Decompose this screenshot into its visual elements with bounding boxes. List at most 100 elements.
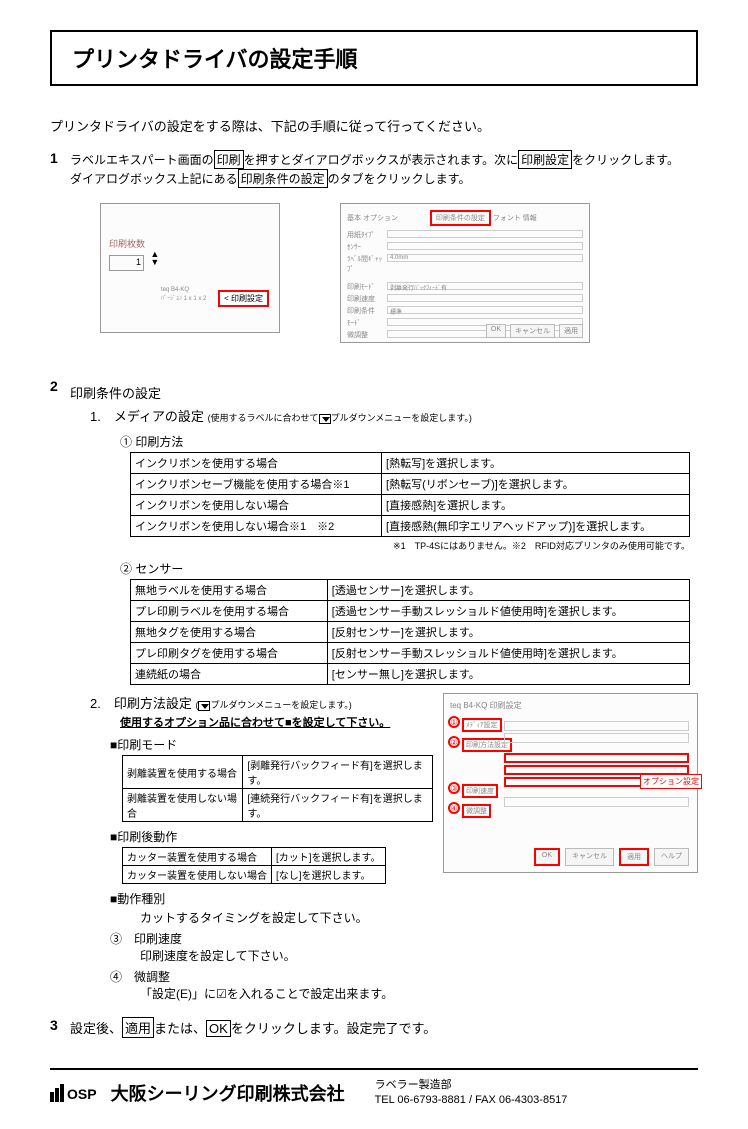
rb4: 微調整 [462,804,491,818]
ok-button[interactable]: OK [534,848,560,866]
t: をクリックします。設定完了です。 [231,1021,436,1036]
cell: [カット]を選択します。 [272,848,386,866]
cell: [センサー無し]を選択します。 [327,664,689,685]
post-head: ■印刷後動作 [110,828,433,845]
step-1-line2: ダイアログボックス上記にある印刷条件の設定のタブをクリックします。 [70,169,698,188]
action-text: カットするタイミングを設定して下さい。 [140,909,433,926]
dropdown-icon [198,701,210,711]
sub2-head: 2. 印刷方法設定 [90,696,192,711]
option-setting-label: オプション設定 [640,774,702,789]
mode-head: ■印刷モード [110,736,433,753]
ok-button[interactable]: OK [486,324,506,338]
cell: [透過センサー]を選択します。 [327,580,689,601]
print-settings-button[interactable]: < 印刷設定 [218,290,269,307]
step-1: 1 ラベルエキスパート画面の印刷を押すとダイアログボックスが表示されます。次に印… [50,150,698,363]
cell: [反射センサー]を選択します。 [327,622,689,643]
cancel-button[interactable]: キャンセル [565,848,614,866]
screenshot-print-cond-detail: teq B4-KQ 印刷設定 ① ② ③ ④ ﾒﾃﾞｨｱ設定 印刷方法設定 印刷… [443,693,698,873]
t: (使用するラベルに合わせて [208,413,319,423]
cell: [剥離発行バックフィード有]を選択します。 [243,756,433,789]
sub2-note: (プルダウンメニューを設定します。) [195,700,351,710]
step-3-num: 3 [50,1017,70,1038]
t: プルダウンメニューを設定します。) [331,413,472,423]
apply-button[interactable]: 適用 [559,324,583,338]
step-2-num: 2 [50,378,70,1002]
step-3: 3 設定後、適用または、OKをクリックします。設定完了です。 [50,1017,698,1038]
rb3: 印刷速度 [462,784,498,798]
t: のタブをクリックします。 [328,172,471,186]
c4-text: 「設定(E)」に☑を入れることで設定出来ます。 [140,985,433,1002]
help-button[interactable]: ヘルプ [654,848,689,866]
cell: インクリボンを使用しない場合 [131,495,382,516]
footer: OSP 大阪シーリング印刷株式会社 ラベラー製造部 TEL 06-6793-88… [50,1068,698,1109]
print-count-label: 印刷枚数 [109,237,271,250]
cell: インクリボンセーブ機能を使用する場合※1 [131,474,382,495]
c4: ④ 微調整 [110,968,433,985]
cell: 剥離装置を使用する場合 [123,756,243,789]
t: ダイアログボックス上記にある [70,172,238,186]
rb1: ﾒﾃﾞｨｱ設定 [462,718,502,732]
table-post: カッター装置を使用する場合[カット]を選択します。 カッター装置を使用しない場合… [122,847,386,884]
cell: インクリボンを使用する場合 [131,453,382,474]
t: または、 [154,1021,206,1036]
sub-media: 1. メディアの設定 (使用するラベルに合わせて プルダウンメニューを設定します。… [90,406,698,425]
screenshot-driver-props: 基本 オプション 印刷条件の設定 フォント 情報 用紙ﾀｲﾌﾟ ｾﾝｻｰ ﾗﾍﾞ… [340,203,590,343]
c2: ② センサー [120,560,698,577]
small-note: teq B4-KQﾊﾞｰｼﾞｮﾝ 1 x 1 x 2 [161,287,206,302]
c3-text: 印刷速度を設定して下さい。 [140,947,433,964]
company-name: 大阪シーリング印刷株式会社 [111,1080,345,1106]
boxed-printcond-tab: 印刷条件の設定 [238,169,328,188]
step2-head: 印刷条件の設定 [70,383,698,402]
footer-dept: ラベラー製造部 [375,1078,568,1093]
screenshot-print-dialog: 印刷枚数 1 ▲▼ teq B4-KQﾊﾞｰｼﾞｮﾝ 1 x 1 x 2 < 印… [100,203,280,333]
boxed-printsettings: 印刷設定 [518,150,572,169]
t: プルダウンメニューを設定します。) [210,700,351,710]
c3: ③ 印刷速度 [110,930,433,947]
marker-1: ① [448,716,460,728]
c1: ① 印刷方法 [120,433,698,450]
cell: カッター装置を使用しない場合 [123,866,272,884]
action-head: ■動作種別 [110,890,433,907]
marker-4: ④ [448,802,460,814]
cell: 無地タグを使用する場合 [131,622,328,643]
logo-text: OSP [67,1086,97,1102]
boxed-print: 印刷 [214,150,244,169]
sub1-head: 1. メディアの設定 [90,409,204,424]
cell: 無地ラベルを使用する場合 [131,580,328,601]
cancel-button[interactable]: キャンセル [510,324,555,338]
cell: 剥離装置を使用しない場合 [123,789,243,822]
cell: [連続発行バックフィード有]を選択します。 [243,789,433,822]
logo-icon: OSP [50,1084,97,1102]
step3-body: 設定後、適用または、OKをクリックします。設定完了です。 [70,1017,698,1038]
t: ラベルエキスパート画面の [70,153,214,167]
spinner-icon[interactable]: ▲▼ [150,250,159,266]
boxed-apply: 適用 [122,1017,154,1038]
footer-contact: TEL 06-6793-8881 / FAX 06-4303-8517 [375,1093,568,1108]
page-title: プリンタドライバの設定手順 [50,30,698,86]
cell: 連続紙の場合 [131,664,328,685]
sub1-note: (使用するラベルに合わせて プルダウンメニューを設定します。) [208,413,472,423]
boxed-ok: OK [206,1020,231,1037]
print-cond-tab[interactable]: 印刷条件の設定 [430,210,491,226]
t: を押すとダイアログボックスが表示されます。次に [244,153,518,167]
step-1-line1: ラベルエキスパート画面の印刷を押すとダイアログボックスが表示されます。次に印刷設… [70,150,698,169]
t1-note: ※1 TP-4Sにはありません。※2 RFID対応プリンタのみ使用可能です。 [130,539,690,552]
print-count-input[interactable]: 1 [109,255,144,271]
cell: プレ印刷タグを使用する場合 [131,643,328,664]
table-sensor: 無地ラベルを使用する場合[透過センサー]を選択します。 プレ印刷ラベルを使用する… [130,579,690,685]
t: をクリックします。 [572,153,679,167]
cell: インクリボンを使用しない場合※1 ※2 [131,516,382,537]
apply-button[interactable]: 適用 [619,848,649,866]
cell: プレ印刷ラベルを使用する場合 [131,601,328,622]
sub-print-method: 2. 印刷方法設定 (プルダウンメニューを設定します。) [90,693,433,712]
cell: [熱転写(リボンセーブ)]を選択します。 [382,474,690,495]
screenshot-row-1: 印刷枚数 1 ▲▼ teq B4-KQﾊﾞｰｼﾞｮﾝ 1 x 1 x 2 < 印… [100,203,698,343]
table-mode: 剥離装置を使用する場合[剥離発行バックフィード有]を選択します。 剥離装置を使用… [122,755,433,822]
cell: カッター装置を使用する場合 [123,848,272,866]
sub2-underline: 使用するオプション品に合わせて■を設定して下さい。 [120,714,433,730]
step-1-num: 1 [50,150,70,363]
cell: [直接感熱]を選択します。 [382,495,690,516]
step-2: 2 印刷条件の設定 1. メディアの設定 (使用するラベルに合わせてプルダウンメ… [50,378,698,1002]
cell: [直接感熱(無印字エリアヘッドアップ)]を選択します。 [382,516,690,537]
intro-text: プリンタドライバの設定をする際は、下記の手順に従って行ってください。 [50,116,698,135]
